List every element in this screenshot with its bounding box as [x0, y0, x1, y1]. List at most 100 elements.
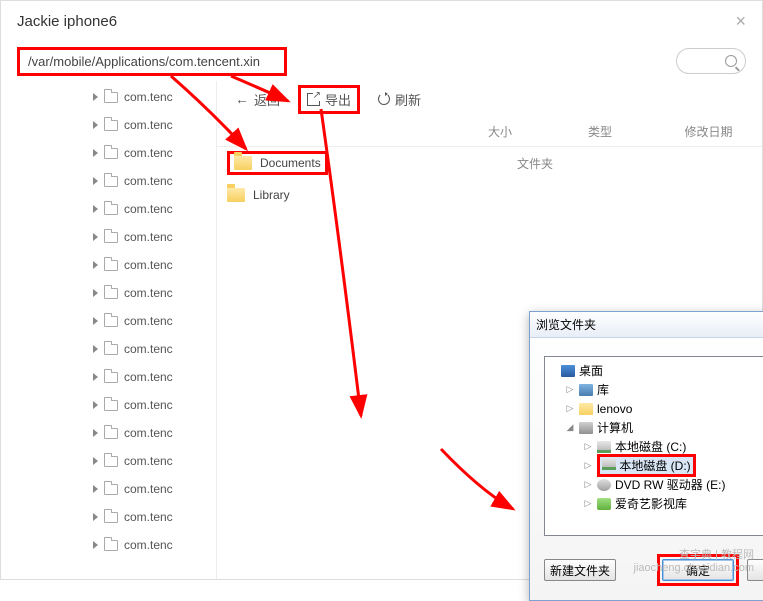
header-size: 大小: [455, 123, 545, 140]
folder-icon: [104, 260, 118, 271]
folder-icon: [579, 403, 593, 415]
sidebar-item[interactable]: com.tenc: [1, 167, 216, 195]
chevron-right-icon: [93, 177, 98, 185]
sidebar-item-label: com.tenc: [124, 342, 173, 356]
folder-icon: [104, 120, 118, 131]
sidebar-item[interactable]: com.tenc: [1, 279, 216, 307]
sidebar-item-label: com.tenc: [124, 174, 173, 188]
disk-icon: [597, 441, 611, 453]
dvd-icon: [597, 479, 611, 491]
toolbar: ← 返回 导出 刷新: [217, 81, 762, 117]
tree-disk-d[interactable]: ▷ 本地磁盘 (D:): [547, 456, 763, 475]
sidebar-item-label: com.tenc: [124, 482, 173, 496]
sidebar-item[interactable]: com.tenc: [1, 223, 216, 251]
folder-icon: [104, 540, 118, 551]
folder-icon: [104, 204, 118, 215]
sidebar-item[interactable]: com.tenc: [1, 447, 216, 475]
sidebar-item[interactable]: com.tenc: [1, 419, 216, 447]
tree-lenovo[interactable]: ▷lenovo: [547, 399, 763, 418]
tree-desktop[interactable]: 桌面: [547, 361, 763, 380]
chevron-right-icon: [93, 149, 98, 157]
refresh-button[interactable]: 刷新: [378, 90, 421, 109]
back-arrow-icon: ←: [235, 91, 249, 107]
sidebar-item-label: com.tenc: [124, 258, 173, 272]
sidebar-item-label: com.tenc: [124, 146, 173, 160]
back-button[interactable]: ← 返回: [235, 90, 280, 109]
folder-icon: [104, 176, 118, 187]
close-icon[interactable]: ×: [735, 11, 746, 32]
sidebar-item[interactable]: com.tenc: [1, 195, 216, 223]
desktop-icon: [561, 365, 575, 377]
sidebar-item[interactable]: com.tenc: [1, 251, 216, 279]
sidebar-item[interactable]: com.tenc: [1, 503, 216, 531]
export-button[interactable]: 导出: [298, 85, 360, 114]
sidebar-item[interactable]: com.tenc: [1, 307, 216, 335]
new-folder-button[interactable]: 新建文件夹: [544, 559, 616, 581]
chevron-right-icon: [93, 121, 98, 129]
folder-icon: [234, 156, 252, 170]
search-icon: [725, 55, 737, 67]
library-icon: [579, 384, 593, 396]
tree-library[interactable]: ▷库: [547, 380, 763, 399]
header-date: 修改日期: [655, 123, 762, 140]
sidebar-item[interactable]: com.tenc: [1, 83, 216, 111]
main-area: com.tenccom.tenccom.tenccom.tenccom.tenc…: [1, 81, 762, 579]
sidebar-item[interactable]: com.tenc: [1, 391, 216, 419]
sidebar-item[interactable]: com.tenc: [1, 139, 216, 167]
folder-icon: [104, 148, 118, 159]
computer-icon: [579, 422, 593, 434]
sidebar-item-label: com.tenc: [124, 90, 173, 104]
tree-iqiyi[interactable]: ▷爱奇艺影视库: [547, 494, 763, 513]
chevron-right-icon: [93, 205, 98, 213]
chevron-right-icon: [93, 485, 98, 493]
export-icon: [307, 93, 320, 106]
dialog-title-bar[interactable]: 浏览文件夹 X: [530, 312, 763, 338]
sidebar-item[interactable]: com.tenc: [1, 531, 216, 559]
folder-tree[interactable]: 桌面 ▷库 ▷lenovo ◢计算机 ▷本地磁盘 (C:) ▷ 本地磁盘 (D:…: [544, 356, 763, 536]
chevron-right-icon: [93, 93, 98, 101]
disk-icon: [602, 458, 616, 470]
app-icon: [597, 498, 611, 510]
chevron-right-icon: [93, 289, 98, 297]
file-row-documents[interactable]: Documents 文件夹: [217, 147, 762, 179]
sidebar-item-label: com.tenc: [124, 202, 173, 216]
folder-icon: [227, 188, 245, 202]
chevron-right-icon: [93, 373, 98, 381]
folder-icon: [104, 456, 118, 467]
content-pane: ← 返回 导出 刷新 大小 类型 修改日期 Documents 文件夹: [216, 81, 762, 579]
sidebar-item[interactable]: com.tenc: [1, 363, 216, 391]
sidebar-item-label: com.tenc: [124, 314, 173, 328]
file-row-library[interactable]: Library: [217, 179, 762, 211]
watermark: 查字典 | 教程网 jiaocheng.chazidian.com: [634, 549, 754, 575]
folder-icon: [104, 288, 118, 299]
folder-icon: [104, 512, 118, 523]
tree-computer[interactable]: ◢计算机: [547, 418, 763, 437]
sidebar-item[interactable]: com.tenc: [1, 475, 216, 503]
sidebar-item-label: com.tenc: [124, 286, 173, 300]
sidebar-item-label: com.tenc: [124, 454, 173, 468]
path-input[interactable]: /var/mobile/Applications/com.tencent.xin: [17, 47, 287, 76]
chevron-right-icon: [93, 345, 98, 353]
title-bar: Jackie iphone6 ×: [1, 1, 762, 41]
refresh-label: 刷新: [395, 90, 421, 109]
sidebar-item[interactable]: com.tenc: [1, 111, 216, 139]
tree-dvd[interactable]: ▷DVD RW 驱动器 (E:): [547, 475, 763, 494]
folder-icon: [104, 232, 118, 243]
chevron-right-icon: [93, 429, 98, 437]
chevron-right-icon: [93, 457, 98, 465]
file-name: Library: [253, 188, 290, 202]
search-box[interactable]: [676, 48, 746, 74]
folder-icon: [104, 344, 118, 355]
path-row: /var/mobile/Applications/com.tencent.xin: [1, 41, 762, 81]
back-label: 返回: [254, 90, 280, 109]
sidebar-item-label: com.tenc: [124, 230, 173, 244]
column-headers: 大小 类型 修改日期: [217, 117, 762, 147]
chevron-right-icon: [93, 513, 98, 521]
sidebar-item-label: com.tenc: [124, 370, 173, 384]
sidebar-item[interactable]: com.tenc: [1, 335, 216, 363]
sidebar-item-label: com.tenc: [124, 538, 173, 552]
chevron-right-icon: [93, 401, 98, 409]
folder-icon: [104, 400, 118, 411]
dialog-title: 浏览文件夹: [536, 316, 596, 333]
file-name: Documents: [260, 156, 321, 170]
